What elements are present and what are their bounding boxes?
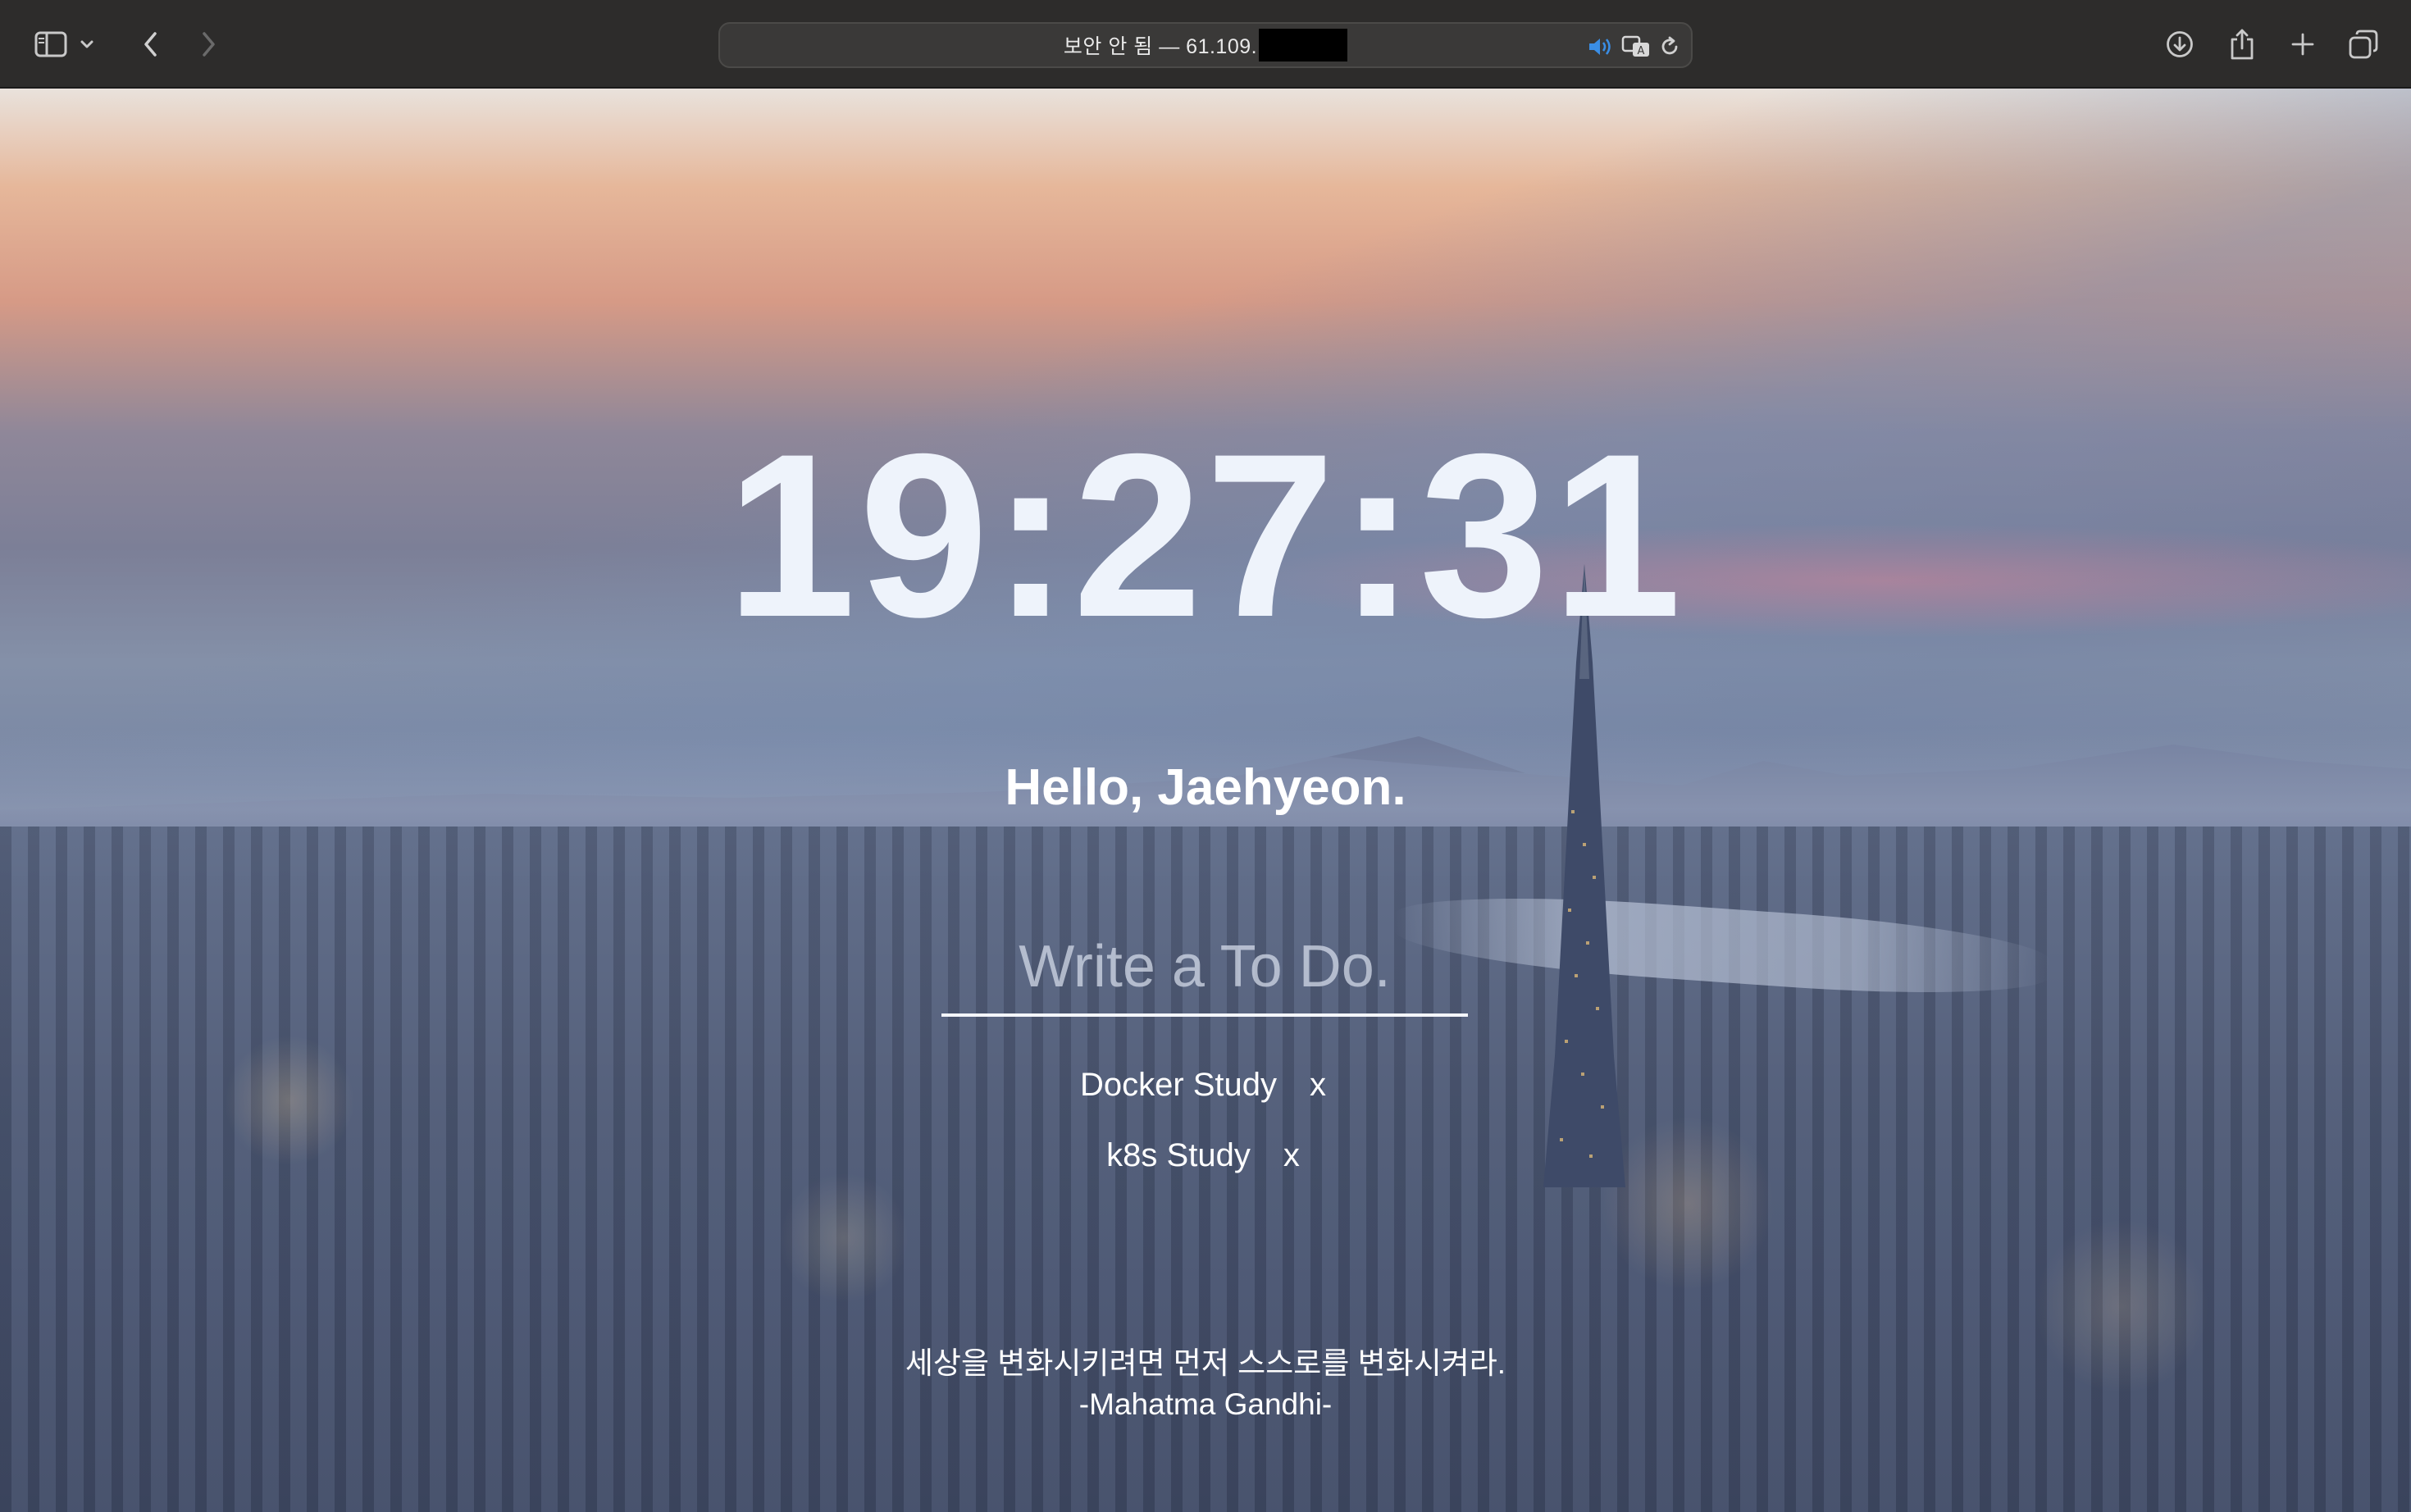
back-button[interactable] [126,20,175,69]
quote-author: -Mahatma Gandhi- [1078,1387,1333,1421]
sidebar-icon[interactable] [26,20,75,69]
speaker-icon[interactable] [1588,34,1614,59]
share-icon[interactable] [2217,20,2267,69]
todo-text: Docker Study [1079,1066,1278,1103]
greeting: Hello, Jaehyeon. [1005,759,1406,816]
todo-input[interactable] [941,920,1468,1017]
address-text: 보안 안 됨 — 61.109. [720,24,1691,66]
todo-text: k8s Study [1106,1136,1251,1173]
clock: 19:27:31 [726,406,1685,666]
todo-item: k8s Study x [0,1120,2411,1191]
chevron-right-icon [200,30,216,58]
browser-toolbar: 보안 안 됨 — 61.109. A [0,0,2411,89]
todo-item: Docker Study x [0,1050,2411,1120]
forward-button[interactable] [184,20,233,69]
svg-text:A: A [1638,45,1645,57]
todo-list: Docker Study x k8s Study x [0,1050,2411,1191]
tabs-icon[interactable] [2339,20,2388,69]
address-bar[interactable]: 보안 안 됨 — 61.109. A [718,22,1693,68]
translate-icon[interactable]: A [1620,34,1653,59]
chevron-down-icon[interactable] [71,20,103,69]
delete-todo-button[interactable]: x [1278,1137,1305,1174]
quote-text: 세상을 변화시키려면 먼저 스스로를 변화시켜라. [905,1346,1506,1380]
redacted-address [1259,29,1348,61]
plus-icon[interactable] [2278,20,2327,69]
download-icon[interactable] [2155,20,2204,69]
delete-todo-button[interactable]: x [1305,1067,1331,1104]
address-prefix: 보안 안 됨 — 61.109. [1063,35,1258,58]
todo-form [941,920,1468,1018]
reload-icon[interactable] [1657,34,1683,59]
chevron-left-icon [143,30,159,58]
